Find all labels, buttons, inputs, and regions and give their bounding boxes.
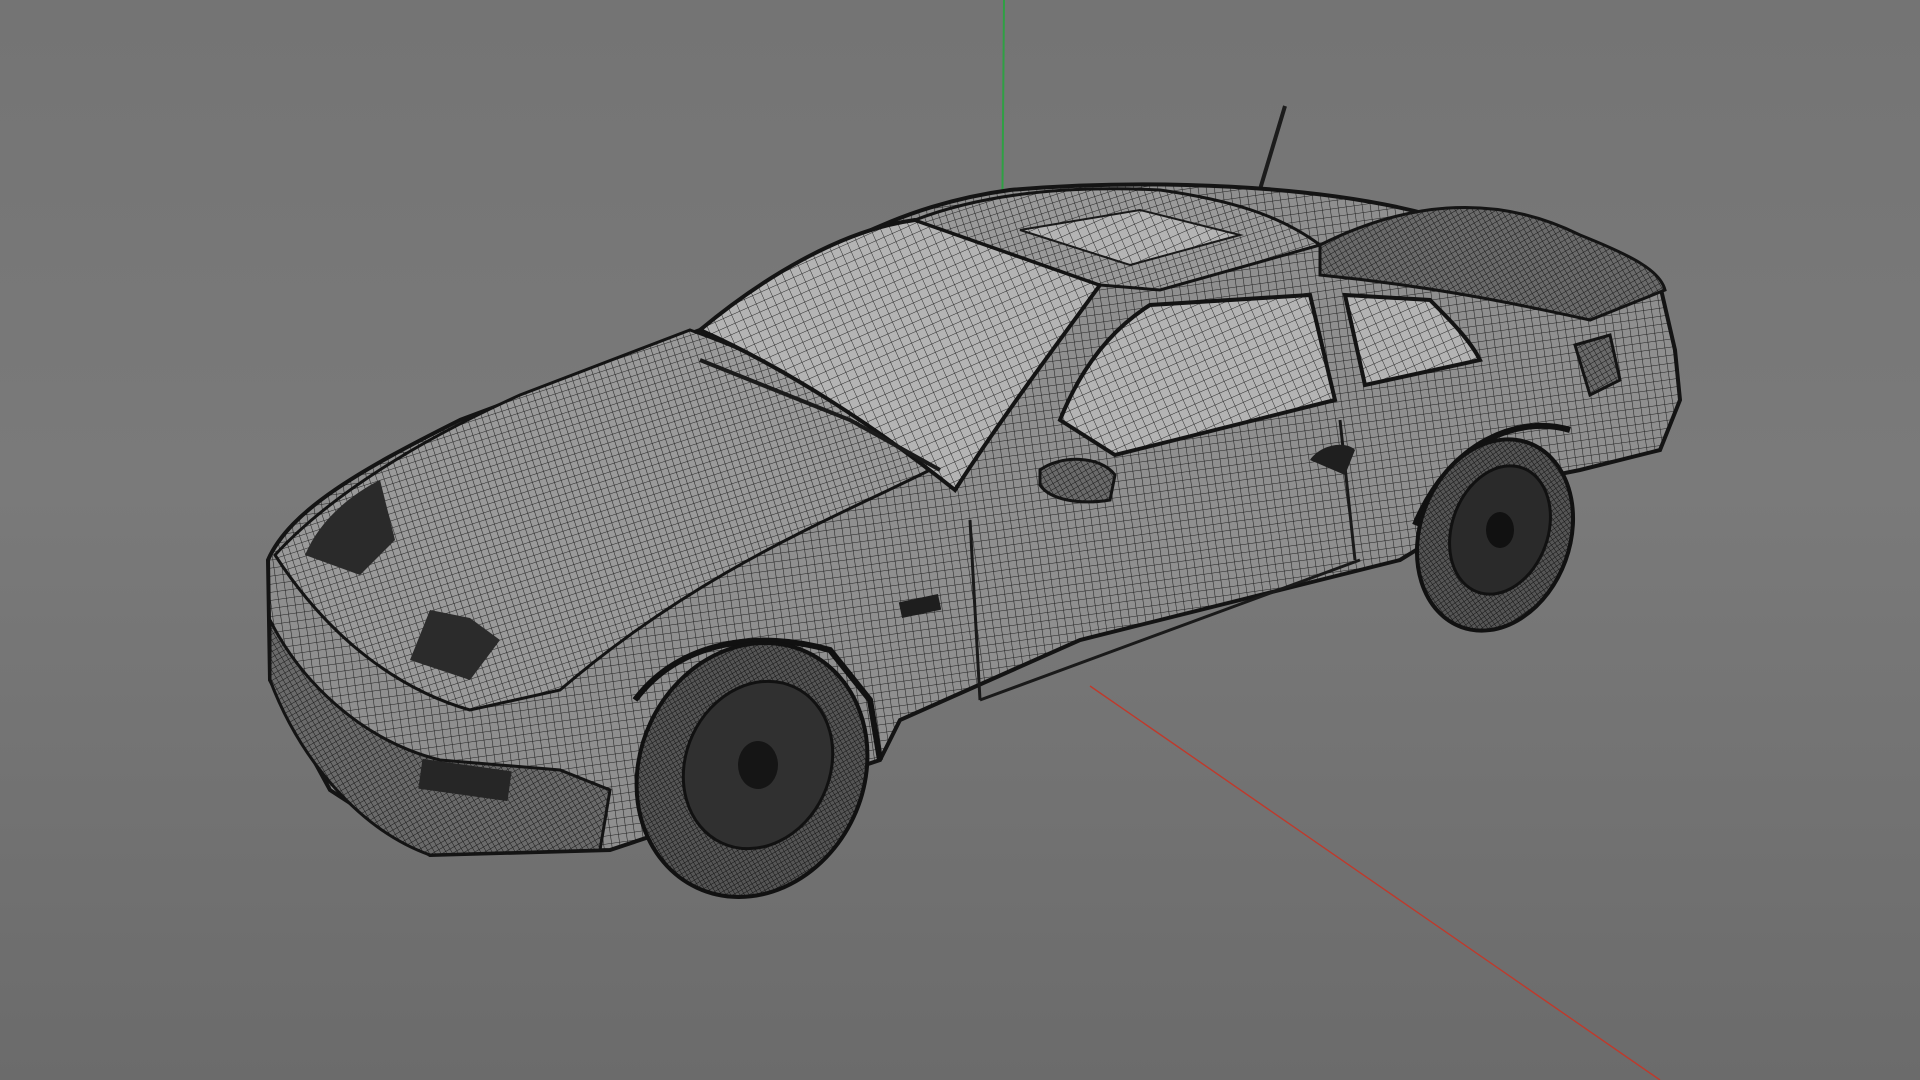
antenna bbox=[1256, 105, 1287, 197]
scene-canvas[interactable] bbox=[0, 0, 1920, 1080]
side-mirror bbox=[1038, 457, 1117, 504]
car-wireframe-model[interactable] bbox=[265, 105, 1683, 935]
x-axis-line bbox=[1089, 685, 1661, 1080]
3d-viewport[interactable] bbox=[0, 0, 1920, 1080]
